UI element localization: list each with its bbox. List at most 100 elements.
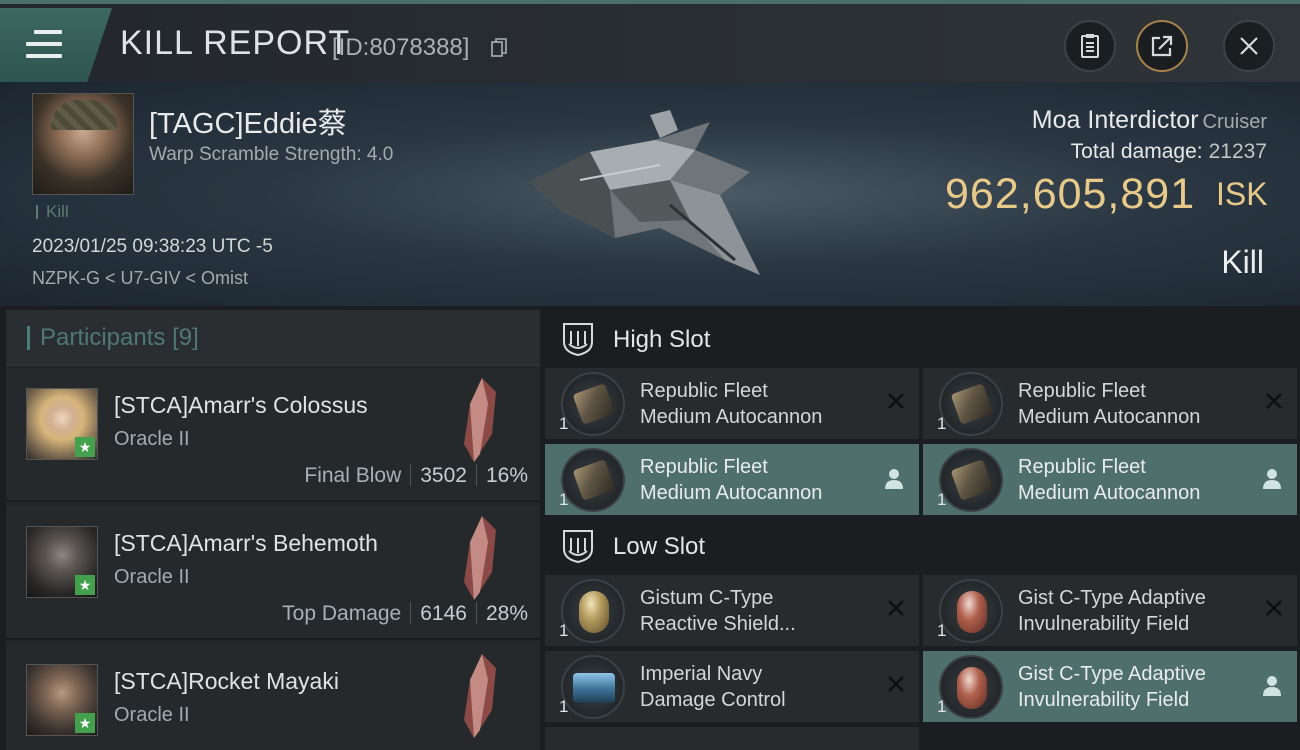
autocannon-icon [939,372,1003,436]
close-icon [1240,37,1258,55]
invulnerability-field-icon [939,655,1003,719]
high-slot-label: High Slot [613,326,711,353]
participant-row[interactable]: ★ [STCA]Amarr's Behemoth Oracle II Top D… [6,506,540,640]
participants-label: Participants [40,324,166,351]
autocannon-icon [561,448,625,512]
participant-name: [STCA]Amarr's Colossus [114,392,368,418]
participant-ship: Oracle II [114,428,190,450]
module-name-line2: Medium Autocannon [640,406,823,428]
module-name: Gistum C-Type Reactive Shield... [640,585,880,637]
module-name: Republic Fleet Medium Autocannon [640,378,880,430]
module-name-line1: Gist C-Type Adaptive [1018,587,1206,609]
shield-module-icon [561,579,625,643]
module-name-line1: Republic Fleet [1018,456,1146,478]
isk-value: 962,605,891 [945,170,1196,218]
isk-unit: ISK [1216,176,1268,212]
participant-ship: Oracle II [114,704,190,726]
participants-panel: Participants [9] ★ [STCA]Amarr's Colossu… [6,310,540,750]
destroyed-x-icon [888,676,904,692]
share-icon [1151,35,1173,57]
participant-damage: 3502 [420,464,467,487]
module-quantity: 1 [937,414,947,433]
participant-stats: Top Damage 6146 28% [282,602,528,626]
module-item[interactable]: 1 Gist C-Type Adaptive Invulnerability Fi… [923,575,1297,647]
module-item[interactable]: 1 Republic Fleet Medium Autocannon [923,368,1297,440]
victim-ship[interactable]: Moa Interdictor Cruiser [1032,106,1267,135]
module-name-line1: Gistum C-Type [640,587,774,609]
top-bar: KILL REPORT [ID:8078388] [0,0,1300,82]
ship-render [530,110,760,275]
module-name-line1: Republic Fleet [640,456,768,478]
module-name-line2: Medium Autocannon [1018,406,1201,428]
module-item[interactable]: 1 Gist C-Type Adaptive Invulnerability Fi… [923,651,1297,723]
destroyed-x-icon [888,600,904,616]
victim-pilot-name[interactable]: [TAGC]Eddie蔡 [149,100,347,142]
ship-class: Cruiser [1202,111,1267,133]
module-name-line2: Invulnerability Field [1018,689,1190,711]
module-name-line2: Medium Autocannon [640,482,823,504]
menu-button[interactable] [0,8,112,82]
participant-row[interactable]: ★ [STCA]Rocket Mayaki Oracle II [6,644,540,750]
star-icon: ★ [75,575,95,595]
low-slot-header: Low Slot [545,519,1300,575]
share-button[interactable] [1136,20,1188,72]
participant-name: [STCA]Amarr's Behemoth [114,530,378,556]
module-name-line1: Republic Fleet [640,380,768,402]
module-name-line1: Republic Fleet [1018,380,1146,402]
clipboard-icon [1081,34,1099,58]
hamburger-icon [26,30,62,58]
victim-avatar[interactable] [32,93,134,195]
participants-header[interactable]: Participants [9] [6,310,540,366]
participant-ship: Oracle II [114,566,190,588]
module-item[interactable]: 1 Republic Fleet Medium Autocannon [923,444,1297,516]
module-quantity: 1 [559,621,569,640]
module-name-line2: Damage Control [640,689,786,711]
kill-location: NZPK-G < U7-GIV < Omist [32,268,249,288]
dropped-user-icon [1263,676,1281,696]
participants-title: Participants [9] [40,324,199,352]
star-icon: ★ [75,713,95,733]
module-name-line1: Gist C-Type Adaptive [1018,663,1206,685]
module-name: Republic Fleet Medium Autocannon [640,454,880,506]
participant-percent: 28% [485,602,528,625]
warp-scramble-strength: Warp Scramble Strength: 4.0 [149,144,394,165]
slot-shield-icon [563,323,593,356]
module-quantity: 1 [937,490,947,509]
star-icon: ★ [75,437,95,457]
participants-count: [9] [172,324,199,351]
destroyed-x-icon [1266,600,1282,616]
participant-name: [STCA]Rocket Mayaki [114,668,339,694]
kill-datetime: 2023/01/25 09:38:23 UTC -5 [32,236,273,257]
clipboard-button[interactable] [1064,20,1116,72]
module-item[interactable]: 1 Gistum C-Type Reactive Shield... [545,575,919,647]
module-item[interactable]: 1 Republic Fleet Medium Autocannon [545,444,919,516]
page-title: KILL REPORT [120,24,351,62]
damage-control-icon [561,655,625,719]
report-id: [ID:8078388] [332,34,470,61]
module-item[interactable]: 1 Imperial Navy Damage Control [545,651,919,723]
module-name-line2: Reactive Shield... [640,613,796,635]
destroyed-x-icon [1266,393,1282,409]
module-name: Republic Fleet Medium Autocannon [1018,378,1258,430]
module-name-line1: Imperial Navy [640,663,763,685]
module-quantity: 1 [937,697,947,716]
participant-damage: 6146 [420,602,467,625]
participant-row[interactable]: ★ [STCA]Amarr's Colossus Oracle II Final… [6,368,540,502]
participant-role: Top Damage [282,602,402,625]
high-slot-header: High Slot [545,312,1300,368]
module-name: Gist C-Type Adaptive Invulnerability Fiel… [1018,661,1258,713]
module-item[interactable]: 1 Republic Fleet Medium Autocannon [545,368,919,440]
participant-stats: Final Blow 3502 16% [304,464,528,488]
module-name: Imperial Navy Damage Control [640,661,880,713]
ship-icon [464,516,496,600]
dropped-user-icon [885,469,903,489]
header-accent-bar [27,326,30,350]
participant-role: Final Blow [304,464,402,487]
ship-icon [464,654,496,738]
copy-icon[interactable] [491,38,507,58]
low-slot-label: Low Slot [613,533,706,560]
close-button[interactable] [1223,20,1275,72]
module-item-partial[interactable] [545,727,919,750]
kill-tag: Kill [36,203,69,220]
slot-shield-icon [563,530,593,563]
